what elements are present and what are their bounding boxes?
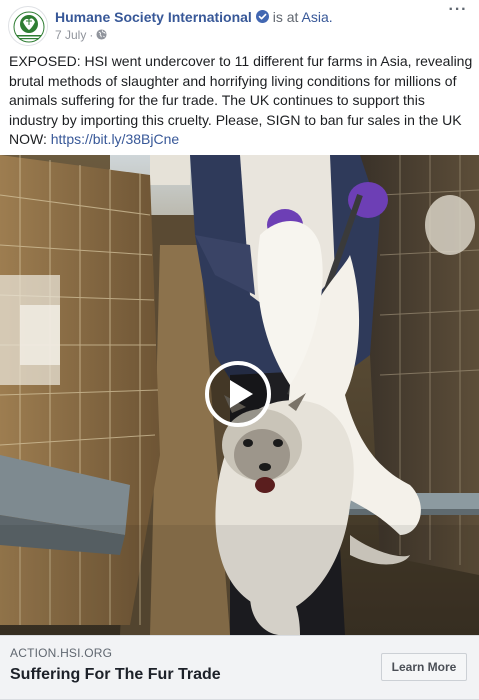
post-meta: 7 July · bbox=[55, 27, 107, 43]
location-link[interactable]: Asia. bbox=[302, 9, 333, 25]
page-avatar[interactable] bbox=[8, 6, 48, 46]
meta-separator: · bbox=[89, 28, 94, 42]
page-name-link[interactable]: Humane Society International bbox=[55, 9, 252, 25]
header-title-line: Humane Society International is at Asia. bbox=[55, 8, 333, 26]
learn-more-button[interactable]: Learn More bbox=[381, 653, 467, 681]
post-message: EXPOSED: HSI went undercover to 11 diffe… bbox=[9, 52, 473, 150]
is-at-text: is at bbox=[268, 9, 302, 25]
verified-badge-icon bbox=[255, 10, 269, 23]
video-player[interactable] bbox=[0, 155, 479, 635]
link-title[interactable]: Suffering For The Fur Trade bbox=[10, 666, 221, 684]
play-icon bbox=[230, 380, 253, 408]
link-preview-card[interactable]: ACTION.HSI.ORG Suffering For The Fur Tra… bbox=[0, 635, 479, 700]
globe-icon bbox=[96, 29, 107, 40]
post-header: Humane Society International is at Asia.… bbox=[0, 0, 479, 48]
play-button[interactable] bbox=[205, 361, 271, 427]
post-url-link[interactable]: https://bit.ly/38BjCne bbox=[51, 131, 179, 147]
post-date[interactable]: 7 July bbox=[55, 28, 86, 42]
link-domain: ACTION.HSI.ORG bbox=[10, 646, 113, 660]
hsi-logo bbox=[10, 8, 47, 45]
more-options-icon[interactable]: ··· bbox=[447, 2, 469, 22]
